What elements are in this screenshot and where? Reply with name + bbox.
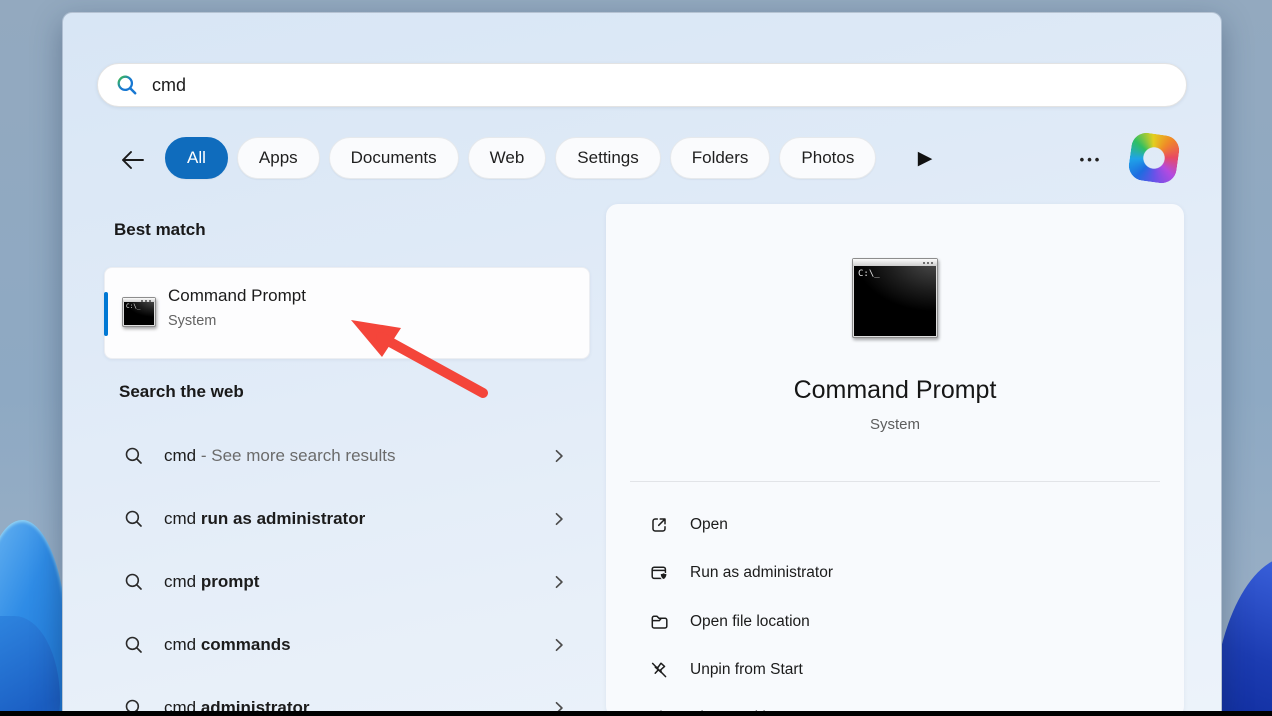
action-open-file-location[interactable]: Open file location <box>630 600 1160 644</box>
filter-tab-all[interactable]: All <box>165 137 228 179</box>
command-prompt-icon-large: C:\_ <box>852 258 938 338</box>
result-subtitle: System <box>168 313 216 329</box>
search-bar[interactable]: cmd <box>97 63 1187 107</box>
filter-tab-web[interactable]: Web <box>468 137 547 179</box>
more-filters-expand-icon[interactable]: ▶ <box>911 144 939 172</box>
web-suggestion-row[interactable]: cmd commands <box>114 625 576 665</box>
search-icon <box>116 74 138 96</box>
chevron-right-icon[interactable] <box>550 510 568 528</box>
web-suggestion-row[interactable]: cmd prompt <box>114 562 576 602</box>
filter-row: All Apps Documents Web Settings Folders … <box>63 137 1222 183</box>
suggestion-text: cmd run as administrator <box>164 499 365 539</box>
search-icon <box>124 446 144 466</box>
search-the-web-header: Search the web <box>119 382 244 402</box>
copilot-icon[interactable] <box>1127 131 1181 185</box>
windows-search-panel: cmd All Apps Documents Web Settings Fold… <box>62 12 1222 716</box>
best-match-result-command-prompt[interactable]: C:\_ Command Prompt System <box>104 267 590 359</box>
web-suggestion-row[interactable]: cmd run as administrator <box>114 499 576 539</box>
screen-bottom-edge <box>0 711 1272 716</box>
suggestion-text: cmd commands <box>164 625 291 665</box>
filter-tab-photos[interactable]: Photos <box>779 137 876 179</box>
unpin-icon <box>649 660 669 680</box>
run-as-admin-shield-icon <box>649 563 669 583</box>
action-open[interactable]: Open <box>630 503 1160 547</box>
result-title: Command Prompt <box>168 286 306 306</box>
chevron-right-icon[interactable] <box>550 447 568 465</box>
filter-tab-apps[interactable]: Apps <box>237 137 320 179</box>
more-options-icon[interactable]: ••• <box>1071 139 1111 179</box>
folder-icon <box>649 612 669 632</box>
chevron-right-icon[interactable] <box>550 573 568 591</box>
search-icon <box>124 635 144 655</box>
preview-panel: C:\_ Command Prompt System Open Run as a… <box>606 204 1184 716</box>
open-icon <box>649 515 669 535</box>
action-unpin-from-start[interactable]: Unpin from Start <box>630 648 1160 692</box>
wallpaper-bloom-left <box>0 520 68 716</box>
search-input[interactable]: cmd <box>152 75 186 96</box>
chevron-right-icon[interactable] <box>550 636 568 654</box>
suggestion-text: cmd - See more search results <box>164 436 395 476</box>
screen: cmd All Apps Documents Web Settings Fold… <box>0 0 1272 716</box>
selection-accent-bar <box>104 292 108 336</box>
divider <box>630 481 1160 482</box>
best-match-header: Best match <box>114 220 206 240</box>
filter-tab-settings[interactable]: Settings <box>555 137 660 179</box>
search-icon <box>124 572 144 592</box>
preview-subtitle: System <box>606 416 1184 433</box>
web-suggestion-row[interactable]: cmd - See more search results <box>114 436 576 476</box>
back-arrow-button[interactable] <box>119 146 147 174</box>
suggestion-text: cmd prompt <box>164 562 259 602</box>
filter-tab-folders[interactable]: Folders <box>670 137 771 179</box>
action-run-as-administrator[interactable]: Run as administrator <box>630 551 1160 595</box>
preview-title: Command Prompt <box>606 376 1184 405</box>
filter-tab-documents[interactable]: Documents <box>329 137 459 179</box>
search-icon <box>124 509 144 529</box>
filter-pills: All Apps Documents Web Settings Folders … <box>165 137 876 179</box>
command-prompt-icon: C:\_ <box>122 297 156 327</box>
